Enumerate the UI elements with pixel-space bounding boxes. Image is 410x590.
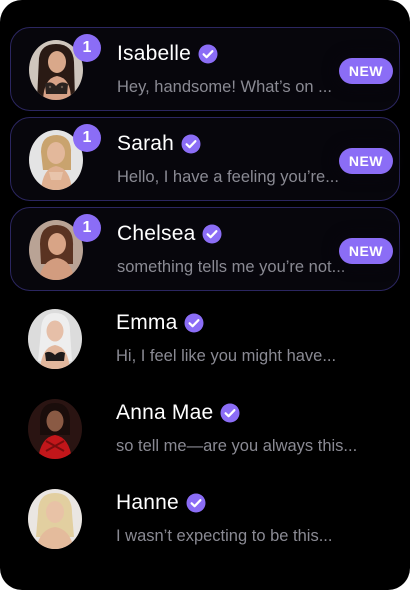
verified-icon (220, 403, 240, 423)
unread-count-badge: 1 (73, 214, 101, 242)
contact-name: Isabelle (117, 42, 191, 65)
avatar (28, 489, 82, 549)
message-preview: I wasn’t expecting to be this... (116, 527, 333, 545)
verified-icon (181, 134, 201, 154)
new-badge: NEW (338, 238, 393, 264)
contact-name: Anna Mae (116, 401, 214, 424)
contact-name: Hanne (116, 491, 179, 514)
profile-photo (28, 399, 82, 459)
verified-icon (198, 44, 218, 64)
chat-list-item-chelsea[interactable]: 1 Chelsea something tells me you’re not.… (10, 207, 400, 291)
chat-list-item-hanne[interactable]: Hanne I wasn’t expecting to be this... (10, 477, 400, 561)
message-preview: Hey, handsome! What’s on ... (117, 78, 332, 96)
new-badge: NEW (338, 148, 393, 174)
profile-photo (28, 309, 82, 369)
message-preview: something tells me you’re not... (117, 258, 346, 276)
chat-list-item-anna-mae[interactable]: Anna Mae so tell me—are you always this.… (10, 387, 400, 471)
avatar (28, 309, 82, 369)
contact-name: Sarah (117, 132, 175, 155)
verified-icon (186, 493, 206, 513)
verified-icon (202, 224, 222, 244)
message-preview: so tell me—are you always this... (116, 437, 358, 455)
message-preview: Hello, I have a feeling you’re... (117, 168, 339, 186)
message-preview: Hi, I feel like you might have... (116, 347, 337, 365)
avatar (28, 399, 82, 459)
unread-count-badge: 1 (73, 124, 101, 152)
chat-list-screen: 1 Isabelle Hey, handsome! What’s on ... … (0, 0, 410, 590)
chat-list-item-isabelle[interactable]: 1 Isabelle Hey, handsome! What’s on ... … (10, 27, 400, 111)
chat-list-item-emma[interactable]: Emma Hi, I feel like you might have... (10, 297, 400, 381)
chat-list-item-sarah[interactable]: 1 Sarah Hello, I have a feeling you’re..… (10, 117, 400, 201)
new-badge: NEW (338, 58, 393, 84)
unread-count-badge: 1 (73, 34, 101, 62)
verified-icon (184, 313, 204, 333)
profile-photo (28, 489, 82, 549)
contact-name: Chelsea (117, 222, 196, 245)
contact-name: Emma (116, 311, 178, 334)
